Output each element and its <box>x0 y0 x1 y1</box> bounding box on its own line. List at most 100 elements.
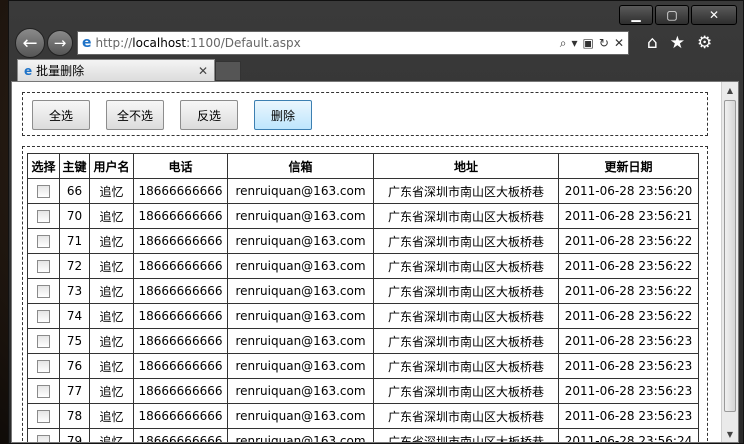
column-header-phone: 电话 <box>133 153 228 179</box>
close-window-button[interactable]: ✕ <box>691 5 737 25</box>
address-bar[interactable]: e http://localhost:1100/Default.aspx ⌕ ▾… <box>77 31 629 55</box>
cell-id: 66 <box>59 178 90 204</box>
cell-select <box>27 253 60 279</box>
row-checkbox[interactable] <box>37 360 50 373</box>
column-header-email: 信箱 <box>227 153 374 179</box>
back-arrow-icon: ← <box>22 32 38 54</box>
cell-address: 广东省深圳市南山区大板桥巷 <box>373 178 559 204</box>
cell-email: renruiquan@163.com <box>227 278 374 304</box>
row-checkbox[interactable] <box>37 435 50 442</box>
stop-icon[interactable]: ✕ <box>614 36 624 51</box>
cell-address: 广东省深圳市南山区大板桥巷 <box>373 203 559 229</box>
maximize-icon: ▢ <box>666 8 678 22</box>
cell-username: 追忆 <box>89 253 134 279</box>
scrollbar-thumb[interactable] <box>724 100 736 412</box>
cell-select <box>27 378 60 404</box>
new-tab-button[interactable] <box>215 61 241 81</box>
row-checkbox[interactable] <box>37 285 50 298</box>
address-tools: ⌕ ▾ ▣ ↻ ✕ <box>560 36 624 51</box>
cell-username: 追忆 <box>89 178 134 204</box>
cell-email: renruiquan@163.com <box>227 228 374 254</box>
refresh-icon[interactable]: ↻ <box>599 36 609 51</box>
cell-updated: 2011-06-28 23:56:22 <box>558 303 699 329</box>
favorites-star-icon[interactable]: ★ <box>670 33 685 53</box>
tab-title: 批量删除 <box>36 64 85 78</box>
cell-username: 追忆 <box>89 203 134 229</box>
cell-email: renruiquan@163.com <box>227 328 374 354</box>
row-checkbox[interactable] <box>37 260 50 273</box>
select-none-button[interactable]: 全不选 <box>106 100 164 130</box>
row-checkbox[interactable] <box>37 235 50 248</box>
page-content: 全选 全不选 反选 删除 选择 主键 用户名 电话 信箱 地址 更新日期 66 … <box>11 81 739 443</box>
gear-icon[interactable]: ⚙ <box>697 33 712 53</box>
table-row: 78 追忆 18666666666 renruiquan@163.com 广东省深圳市南… <box>27 403 699 429</box>
cell-phone: 18666666666 <box>133 203 228 229</box>
cell-updated: 2011-06-28 23:56:22 <box>558 228 699 254</box>
invert-selection-button[interactable]: 反选 <box>180 100 238 130</box>
row-checkbox[interactable] <box>37 335 50 348</box>
table-row: 75 追忆 18666666666 renruiquan@163.com 广东省深圳市南… <box>27 328 699 354</box>
cell-select <box>27 403 60 429</box>
search-icon[interactable]: ⌕ <box>560 36 567 51</box>
compatibility-view-icon[interactable]: ▣ <box>583 36 594 51</box>
cell-phone: 18666666666 <box>133 328 228 354</box>
row-checkbox[interactable] <box>37 210 50 223</box>
cell-email: renruiquan@163.com <box>227 178 374 204</box>
cell-address: 广东省深圳市南山区大板桥巷 <box>373 278 559 304</box>
table-row: 70 追忆 18666666666 renruiquan@163.com 广东省深圳市南… <box>27 203 699 229</box>
cell-email: renruiquan@163.com <box>227 353 374 379</box>
cell-id: 76 <box>59 353 90 379</box>
column-header-address: 地址 <box>373 153 559 179</box>
cell-username: 追忆 <box>89 353 134 379</box>
vertical-scrollbar[interactable]: ▲ ▼ <box>721 82 738 442</box>
column-header-id: 主键 <box>59 153 90 179</box>
scroll-up-icon[interactable]: ▲ <box>722 82 738 98</box>
row-checkbox[interactable] <box>37 410 50 423</box>
scroll-down-icon[interactable]: ▼ <box>722 426 738 442</box>
cell-id: 71 <box>59 228 90 254</box>
tab-close-icon[interactable]: ✕ <box>198 64 208 78</box>
back-button[interactable]: ← <box>15 28 45 58</box>
home-icon[interactable]: ⌂ <box>647 33 658 53</box>
minimize-button[interactable]: ▁ <box>619 5 653 25</box>
delete-button[interactable]: 删除 <box>254 100 312 130</box>
row-checkbox[interactable] <box>37 185 50 198</box>
cell-address: 广东省深圳市南山区大板桥巷 <box>373 328 559 354</box>
table-row: 71 追忆 18666666666 renruiquan@163.com 广东省深圳市南… <box>27 228 699 254</box>
select-all-button[interactable]: 全选 <box>32 100 90 130</box>
cell-select <box>27 203 60 229</box>
dropdown-icon[interactable]: ▾ <box>572 36 578 51</box>
row-checkbox[interactable] <box>37 310 50 323</box>
table-header-row: 选择 主键 用户名 电话 信箱 地址 更新日期 <box>27 153 699 179</box>
cell-select <box>27 278 60 304</box>
navigation-bar: ← → e http://localhost:1100/Default.aspx… <box>15 28 737 58</box>
table-row: 66 追忆 18666666666 renruiquan@163.com 广东省深圳市南… <box>27 178 699 204</box>
row-checkbox[interactable] <box>37 385 50 398</box>
tab-batch-delete[interactable]: e 批量删除 ✕ <box>17 59 215 81</box>
column-header-select: 选择 <box>27 153 60 179</box>
cell-updated: 2011-06-28 23:56:23 <box>558 353 699 379</box>
forward-button[interactable]: → <box>47 30 73 56</box>
cell-updated: 2011-06-28 23:56:23 <box>558 403 699 429</box>
cell-updated: 2011-06-28 23:56:22 <box>558 278 699 304</box>
cell-updated: 2011-06-28 23:56:21 <box>558 203 699 229</box>
address-url[interactable]: http://localhost:1100/Default.aspx <box>96 36 560 50</box>
ie-page-icon: e <box>82 35 92 51</box>
cell-phone: 18666666666 <box>133 403 228 429</box>
cell-username: 追忆 <box>89 303 134 329</box>
cell-phone: 18666666666 <box>133 228 228 254</box>
cell-username: 追忆 <box>89 403 134 429</box>
table-row: 74 追忆 18666666666 renruiquan@163.com 广东省深圳市南… <box>27 303 699 329</box>
cell-updated: 2011-06-28 23:56:24 <box>558 428 699 442</box>
maximize-button[interactable]: ▢ <box>655 5 689 25</box>
cell-email: renruiquan@163.com <box>227 253 374 279</box>
cell-email: renruiquan@163.com <box>227 303 374 329</box>
cell-phone: 18666666666 <box>133 303 228 329</box>
table-row: 79 追忆 18666666666 renruiquan@163.com 广东省深圳市南… <box>27 428 699 442</box>
cell-address: 广东省深圳市南山区大板桥巷 <box>373 353 559 379</box>
table-row: 77 追忆 18666666666 renruiquan@163.com 广东省深圳市南… <box>27 378 699 404</box>
tab-strip: e 批量删除 ✕ <box>17 59 241 81</box>
cell-username: 追忆 <box>89 378 134 404</box>
browser-window: ▁ ▢ ✕ ← → e http://localhost:1100/Defaul… <box>8 0 744 444</box>
cell-id: 73 <box>59 278 90 304</box>
